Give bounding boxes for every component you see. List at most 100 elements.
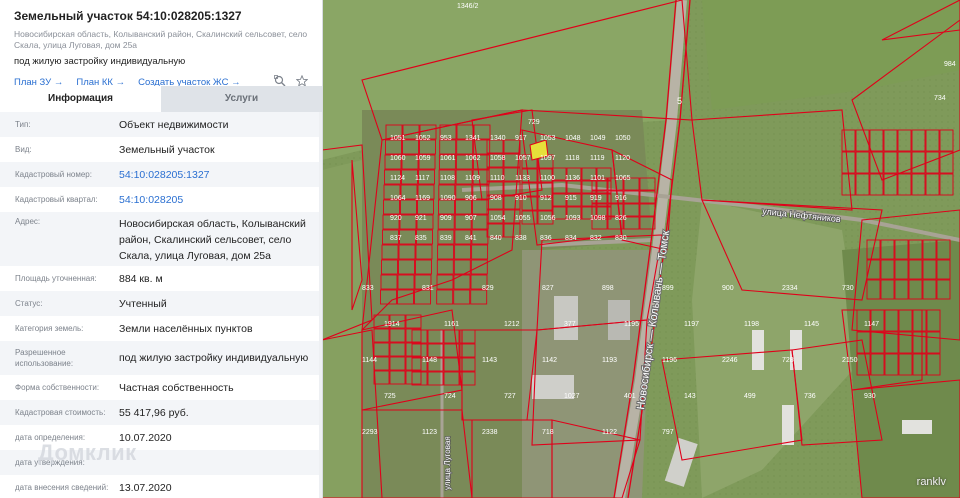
parcel-number-label: 401 [624, 393, 636, 400]
attribute-label: Тип: [15, 120, 31, 129]
building [554, 296, 578, 340]
attribute-row: дата утверждения: [0, 450, 322, 475]
parcel-number-label: 718 [542, 429, 554, 436]
parcel-number-label: 984 [944, 61, 956, 68]
parcel-number-label: 1197 [684, 321, 699, 328]
parcel-number-label: 1052 [415, 135, 431, 142]
parcel-number-label: 1053 [540, 135, 556, 142]
route-number: 5 [677, 96, 682, 106]
tab-information[interactable]: Информация [0, 86, 161, 112]
attribute-label: Кадастровый квартал: [15, 195, 98, 204]
parcel-number-label: 831 [422, 285, 434, 292]
parcel-number-label: 1048 [565, 135, 581, 142]
panel-scrollbar[interactable] [319, 112, 322, 498]
attribute-value: 884 кв. м [119, 272, 163, 285]
parcel-number-label: 1064 [390, 195, 406, 202]
attribute-value: Новосибирская область, Колыванский район… [119, 218, 306, 262]
parcel-number-label: 2150 [842, 357, 858, 364]
parcel-number-label: 1049 [590, 135, 606, 142]
page-title: Земельный участок 54:10:028205:1327 [14, 9, 242, 23]
parcel-number-label: 724 [444, 393, 456, 400]
parcel-number-label: 1058 [490, 155, 506, 162]
parcel-number-label: 1212 [504, 321, 520, 328]
parcel-number-label: 1057 [515, 155, 531, 162]
parcel-number-label: 1144 [362, 357, 377, 364]
parcel-number-label: 734 [934, 95, 946, 102]
parcel-number-label: 900 [722, 285, 734, 292]
tab-bar: Информация Услуги [0, 86, 322, 112]
parcel-number-label: 839 [440, 235, 452, 242]
parcel-number-label: 1123 [422, 429, 437, 436]
attribute-value: Частная собственность [119, 381, 234, 394]
parcel-number-label: 1914 [384, 321, 400, 328]
parcel-number-label: 830 [615, 235, 627, 242]
attribute-label: Категория земель: [15, 324, 84, 333]
parcel-number-label: 2246 [722, 357, 738, 364]
attribute-row: дата определения: 10.07.2020 [0, 425, 322, 450]
cadastral-map[interactable]: 1346/2 984 734 729 1051 1052 953 1341 1340 917 105… [322, 0, 960, 498]
attributes-table: Тип: Объект недвижимости Вид: Земельный уча… [0, 112, 322, 498]
purpose-text: под жилую застройку индивидуальную [14, 56, 186, 67]
parcel-number-label: 2334 [782, 285, 798, 292]
attribute-label: Кадастровая стоимость: [15, 408, 106, 417]
parcel-number-label: 1097 [540, 155, 556, 162]
parcel-number-label: 1147 [864, 321, 879, 328]
parcel-number-label: 1148 [422, 357, 437, 364]
parcel-number-label: 1161 [444, 321, 459, 328]
parcel-number-label: 1120 [615, 155, 630, 162]
attribute-label: Адрес: [15, 217, 41, 226]
parcel-number-label: 797 [662, 429, 674, 436]
attribute-value: под жилую застройку индивидуальную [119, 352, 309, 364]
attribute-value[interactable]: 54:10:028205:1327 [119, 167, 314, 183]
attribute-label: Кадастровый номер: [15, 170, 92, 179]
parcel-number-label: 1133 [515, 175, 530, 182]
parcel-number-label: 909 [440, 215, 452, 222]
parcel-number-label: 1119 [590, 155, 605, 162]
parcel-number-label: 1093 [565, 215, 581, 222]
parcel-number-label: 736 [804, 393, 816, 400]
parcel-number-label: 1193 [602, 357, 617, 364]
attribute-value[interactable]: 54:10:028205 [119, 192, 314, 208]
attribute-row: Площадь уточненная: 884 кв. м [0, 266, 322, 291]
attribute-label: Форма собственности: [15, 383, 100, 392]
parcel-number-label: 1027 [564, 393, 580, 400]
parcel-number-label: 1195 [624, 321, 639, 328]
parcel-number-label: 1169 [415, 195, 430, 202]
parcel-number-label: 729 [528, 119, 540, 126]
parcel-number-label: 953 [440, 135, 452, 142]
attribute-value: 10.07.2020 [119, 431, 172, 444]
parcel-number-label: 2293 [362, 429, 378, 436]
parcel-number-label: 837 [390, 235, 402, 242]
attribute-value: 55 417,96 руб. [119, 406, 189, 419]
parcel-number-label: 1055 [515, 215, 531, 222]
attribute-value: Учтенный [119, 297, 167, 310]
building [752, 330, 764, 370]
parcel-number-label: 1100 [540, 175, 555, 182]
attribute-value: Земельный участок [119, 143, 215, 156]
parcel-number-label: 1098 [590, 215, 606, 222]
parcel-number-label: 1198 [744, 321, 759, 328]
parcel-number-label: 1341 [465, 135, 481, 142]
parcel-number-label: 725 [384, 393, 396, 400]
parcel-number-label: 1340 [490, 135, 506, 142]
building [782, 405, 794, 445]
parcel-number-label: 1117 [415, 175, 430, 182]
parcel-number-label: 727 [504, 393, 516, 400]
parcel-number-label: 836 [540, 235, 552, 242]
parcel-number-label: 1101 [590, 175, 605, 182]
parcel-number-label: 1196 [662, 357, 677, 364]
parcel-number-label: 499 [744, 393, 756, 400]
tab-services[interactable]: Услуги [161, 86, 322, 112]
info-panel: Земельный участок 54:10:028205:1327 Ново… [0, 0, 323, 498]
attribute-value: Объект недвижимости [119, 118, 229, 131]
parcel-number-label: 2338 [482, 429, 498, 436]
attribute-value: 13.07.2020 [119, 481, 172, 494]
attribute-row: Тип: Объект недвижимости [0, 112, 322, 137]
attribute-label: дата утверждения: [15, 458, 85, 467]
attribute-row: дата внесения сведений: 13.07.2020 [0, 475, 322, 498]
attribute-row: Разрешенное использование: под жилую заст… [0, 341, 322, 375]
parcel-number-label: 908 [490, 195, 502, 202]
parcel-number-label: 919 [590, 195, 602, 202]
attribute-label: Вид: [15, 145, 32, 154]
attribute-label: дата определения: [15, 433, 86, 442]
